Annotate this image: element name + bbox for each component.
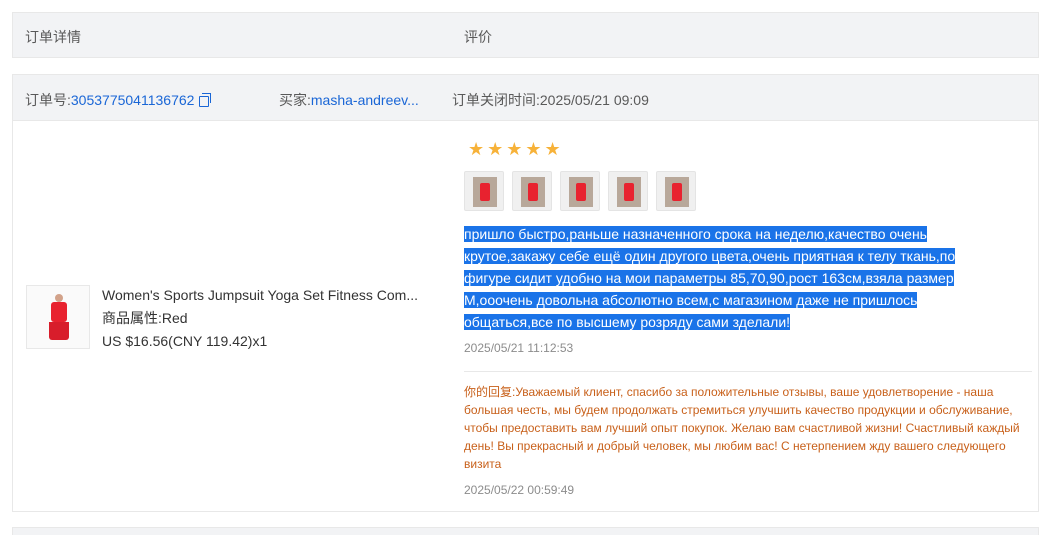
review-photo[interactable] (560, 171, 600, 211)
review-photo[interactable] (608, 171, 648, 211)
product-info: Women's Sports Jumpsuit Yoga Set Fitness… (102, 285, 418, 354)
product-attribute-value: Red (161, 310, 188, 326)
product-title[interactable]: Women's Sports Jumpsuit Yoga Set Fitness… (102, 285, 418, 308)
review-photo[interactable] (512, 171, 552, 211)
order-number-label-text: 订单号: (25, 92, 71, 108)
product-price: US $16.56(CNY 119.42)x1 (102, 333, 268, 349)
divider (464, 371, 1032, 372)
table-header: 订单详情 评价 (12, 12, 1039, 58)
order-card: 3053775041136762 订单号:3053775041136762 买家… (12, 74, 1039, 512)
order-number-link[interactable]: 3053775041136762 (71, 92, 195, 108)
reply-label: 你的回复: (464, 385, 516, 399)
order-closed-time: 订单关闭时间:2025/05/21 09:09 (452, 92, 649, 108)
buyer-link[interactable]: masha-andreev... (311, 92, 419, 108)
order-number: 3053775041136762 订单号:3053775041136762 (25, 90, 212, 110)
reply-date: 2025/05/22 00:59:49 (464, 483, 575, 497)
order-head: 3053775041136762 订单号:3053775041136762 买家… (13, 75, 1038, 121)
product-attribute: 商品属性:Red (102, 308, 418, 331)
review-photo[interactable] (464, 171, 504, 211)
product-image[interactable] (26, 285, 90, 349)
buyer: 买家:masha-andreev... (279, 90, 419, 110)
copy-icon[interactable] (199, 93, 212, 107)
next-order-header (12, 527, 1039, 535)
buyer-label: 买家: (279, 92, 311, 108)
star-rating: ★★★★★ (468, 139, 564, 159)
order-details-header: 订单详情 (25, 29, 81, 45)
reply-text: Уважаемый клиент, спасибо за положительн… (464, 385, 1020, 471)
review-header: 评价 (464, 29, 492, 45)
review-text: пришло быстро,раньше назначенного срока … (464, 223, 984, 333)
seller-reply: 你的回复:Уважаемый клиент, спасибо за положи… (464, 383, 1034, 473)
product-figure (45, 294, 73, 342)
review-photo[interactable] (656, 171, 696, 211)
review-date: 2025/05/21 11:12:53 (464, 341, 574, 355)
product-attribute-label: 商品属性: (102, 310, 162, 326)
review-text-selected: пришло быстро,раньше назначенного срока … (464, 226, 956, 330)
